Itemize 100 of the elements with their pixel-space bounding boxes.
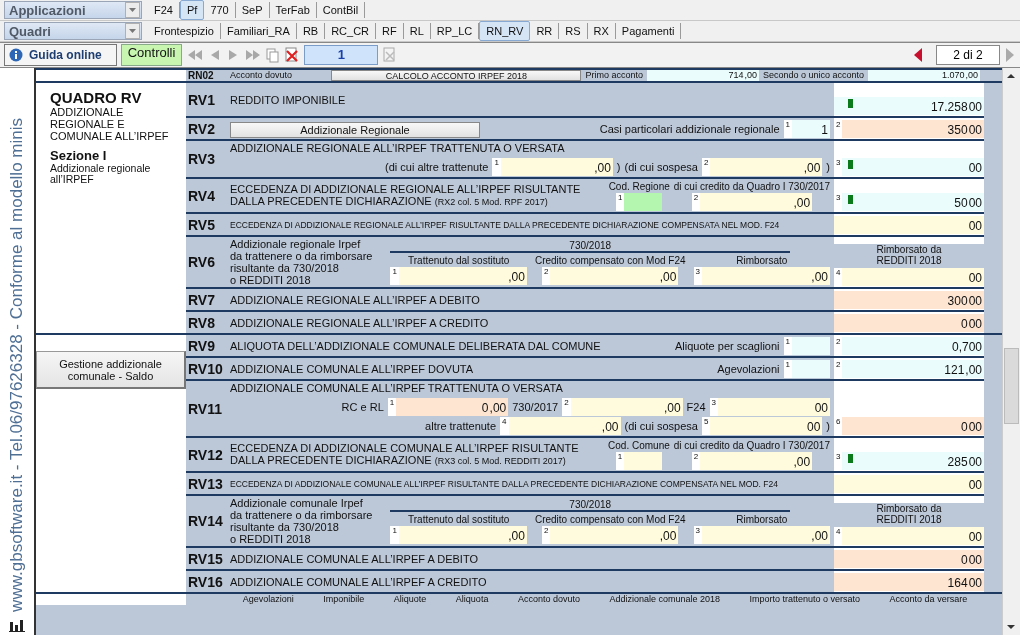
field-label: altre trattenute <box>425 419 497 434</box>
amount-field[interactable]: 0,700 <box>842 337 984 355</box>
row-title: ADDIZIONALE COMUNALE ALL’IRPEF DOVUTA <box>230 362 475 375</box>
previous-arrow-icon[interactable] <box>912 47 924 63</box>
amount-field[interactable]: 000 <box>834 550 984 568</box>
tab[interactable]: TerFab <box>269 2 317 18</box>
amount-field[interactable]: 000 <box>834 314 984 332</box>
row-code: RV14 <box>188 513 223 529</box>
amount-field[interactable]: 1.070,00 <box>868 70 980 81</box>
section-title: QUADRO RV <box>50 89 143 106</box>
field-label: Importo trattenuto o versato <box>749 594 861 605</box>
info-icon <box>9 48 23 62</box>
next-arrow-icon[interactable] <box>1004 47 1016 63</box>
amount-field[interactable]: 35000 <box>842 120 984 138</box>
amount-field[interactable]: 5000 <box>842 193 984 211</box>
chart-icon <box>9 620 25 632</box>
copy-icon[interactable] <box>266 47 281 63</box>
row-code: RV6 <box>188 254 215 270</box>
row-title: ADDIZIONALE REGIONALE ALL’IRPEF A CREDITO <box>230 316 490 329</box>
amount-field[interactable]: ,00 <box>710 158 823 176</box>
delete-icon[interactable] <box>284 47 301 63</box>
row-code: RV13 <box>188 475 223 492</box>
row-title: ADDIZIONALE COMUNALE ALL’IRPEF A DEBITO <box>230 552 479 565</box>
tab[interactable]: RR <box>530 23 560 39</box>
code-field[interactable] <box>792 336 830 355</box>
field-label: Agevolazioni <box>717 361 780 377</box>
first-page-icon[interactable] <box>186 48 205 62</box>
row-title: ADDIZIONALE COMUNALE ALL’IRPEF TRATTENUTA O VERSATA <box>230 382 564 394</box>
amount-field[interactable]: ,00 <box>700 192 813 211</box>
amount-field[interactable]: ,00 <box>702 525 830 544</box>
amount-field[interactable]: 00 <box>842 527 984 545</box>
amount-field[interactable]: 00 <box>842 268 984 286</box>
tab[interactable]: SeP <box>235 2 270 18</box>
tab[interactable]: F24 <box>148 2 180 18</box>
code-field[interactable] <box>624 192 663 211</box>
field-label: ) <box>616 160 621 175</box>
page-field[interactable]: 1 <box>304 45 379 65</box>
dropdown[interactable]: Applicazioni <box>4 1 142 19</box>
amount-field[interactable]: 28500 <box>842 452 984 470</box>
amount-field[interactable]: 714,00 <box>646 70 759 81</box>
tab[interactable]: ContBil <box>316 2 366 18</box>
page-counter: 2 di 2 <box>936 45 1000 65</box>
row-title: ECCEDENZA DI ADDIZIONALE COMUNALE ALL’IRPEF RISULTANTE DALLA PRECEDENTE DICHIARAZIONE (RX3 col. 5 Mod. REDDITI 2017) <box>230 442 580 467</box>
tab[interactable]: RN_RV <box>479 21 531 41</box>
row-title: ECCEDENZA DI ADDIZIONALE REGIONALE ALL’IRPEF RISULTANTE DALLA PRECEDENTE DICHIARAZIONE COMPENSATA NEL MOD. F24 <box>230 218 780 231</box>
row-code: RV16 <box>188 573 223 590</box>
amount-field[interactable]: ,00 <box>508 417 621 435</box>
dropdown[interactable]: Quadri <box>4 22 142 40</box>
row-code: RV7 <box>188 291 215 308</box>
row-code: RV8 <box>188 314 215 331</box>
field-caption: Trattenuto dal sostituto <box>408 513 510 525</box>
tab[interactable]: Frontespizio <box>148 23 221 39</box>
amount-field[interactable]: 17.25800 <box>834 97 984 115</box>
row-title: ECCEDENZA DI ADDIZIONALE REGIONALE ALL’IRPEF RISULTANTE DALLA PRECEDENTE DICHIARAZIONE (RX2 col. 5 Mod. RPF 2017) <box>230 183 582 208</box>
amount-field[interactable]: ,00 <box>700 451 813 470</box>
code-field[interactable] <box>792 359 830 378</box>
amount-field[interactable]: 16400 <box>834 573 984 591</box>
amount-field[interactable]: 30000 <box>834 291 984 309</box>
amount-field[interactable]: ,00 <box>570 398 683 416</box>
field-label: Addizionale comunale 2018 <box>609 594 721 605</box>
amount-field[interactable]: 0,00 <box>396 398 509 416</box>
field-caption: Rimborsato <box>736 254 788 266</box>
amount-field[interactable]: ,00 <box>702 266 830 285</box>
amount-field[interactable]: 121,00 <box>842 360 984 378</box>
amount-field[interactable]: 00 <box>718 398 830 416</box>
amount-field[interactable]: ,00 <box>398 266 527 285</box>
field-label: Aliquota <box>455 594 489 605</box>
code-field[interactable]: 1 <box>792 119 830 138</box>
amount-field[interactable]: 00 <box>710 417 823 435</box>
row-title: ECCEDENZA DI ADDIZIONALE COMUNALE ALL’IRPEF RISULTANTE DALLA PRECEDENTE DICHIARAZIONE COMPENSATA NEL MOD. F24 <box>230 477 778 490</box>
amount-field[interactable]: ,00 <box>500 158 613 176</box>
amount-field[interactable]: ,00 <box>398 525 527 544</box>
tab[interactable]: RF <box>376 23 404 39</box>
tab[interactable]: 770 <box>204 2 236 18</box>
amount-field[interactable]: ,00 <box>550 266 679 285</box>
field-label: 730/2017 <box>512 400 559 415</box>
row-code: RV3 <box>188 151 215 167</box>
tab[interactable]: RS <box>559 23 588 39</box>
code-field[interactable] <box>624 451 663 470</box>
action-button[interactable]: Addizionale Regionale <box>230 121 480 138</box>
scroll-thumb[interactable] <box>1004 348 1019 424</box>
row-code: RV15 <box>188 550 223 567</box>
tab[interactable]: RL <box>403 23 431 39</box>
amount-field[interactable]: 00 <box>834 475 984 493</box>
tab[interactable]: Pagamenti <box>615 23 682 39</box>
amount-field[interactable]: ,00 <box>550 525 679 544</box>
amount-field[interactable]: 00 <box>834 216 984 234</box>
amount-field[interactable]: 00 <box>842 158 984 176</box>
tab[interactable]: Familiari_RA <box>220 23 297 39</box>
action-button[interactable]: Gestione addizionale comunale - Saldo <box>36 351 186 389</box>
field-caption: di cui credito da Quadro I 730/2017 <box>673 180 830 192</box>
checks-button[interactable]: Controlli <box>120 44 183 66</box>
tab[interactable]: RC_CR <box>325 23 377 39</box>
action-button[interactable]: CALCOLO ACCONTO IRPEF 2018 <box>331 70 582 81</box>
tab[interactable]: RX <box>587 23 616 39</box>
help-button[interactable]: Guida online <box>4 44 117 66</box>
tab[interactable]: RB <box>296 23 326 39</box>
tab[interactable]: Pf <box>179 0 205 20</box>
amount-field[interactable]: 000 <box>842 417 984 435</box>
field-caption: Rimborsato <box>736 513 788 525</box>
